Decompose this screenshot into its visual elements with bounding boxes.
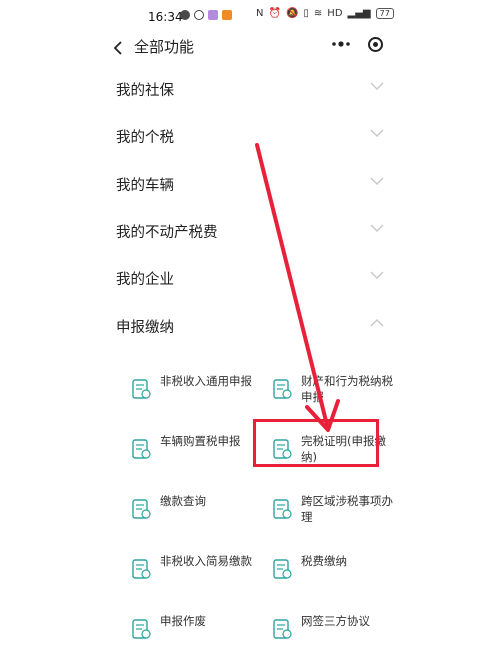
menu-item-label: 我的社保: [116, 83, 174, 99]
grid-item-label: 申报作废: [160, 614, 206, 628]
grid-item[interactable]: 跨区域涉税事项办理: [271, 493, 396, 533]
property-tax-icon: [273, 379, 292, 399]
grid-item-label: 网签三方协议: [301, 614, 370, 628]
vibrate-icon: ▯: [303, 8, 309, 19]
document-refresh-icon: [132, 379, 151, 399]
status-right-icons: N ⏰ 🔕 ▯ ≋ HD ▂▄▆ 77: [256, 8, 394, 19]
app-notification-icon-2: [222, 10, 232, 20]
record-target-icon[interactable]: [368, 37, 383, 52]
app-notification-icon: [208, 10, 218, 20]
grid-item[interactable]: 缴款查询: [130, 493, 255, 533]
grid-item-label: 缴款查询: [160, 494, 206, 508]
status-time: 16:34: [148, 10, 183, 24]
status-bar: 16:34 N ⏰ 🔕 ▯ ≋ HD ▂▄▆ 77: [0, 0, 500, 34]
grid-item-label: 车辆购置税申报: [160, 434, 241, 448]
menu-item-label: 我的不动产税费: [116, 225, 218, 241]
grid-item[interactable]: 车辆购置税申报: [130, 433, 255, 473]
payment-query-icon: [132, 499, 151, 519]
more-horizontal-icon[interactable]: [330, 37, 352, 55]
chevron-down-icon: [370, 82, 384, 90]
grid-item-label: 非税收入简易缴款: [160, 554, 252, 568]
annotation-highlight-box: [253, 419, 379, 467]
grid-item-label: 税费缴纳: [301, 554, 347, 568]
menu-item-label: 我的个税: [116, 130, 174, 146]
menu-item[interactable]: 我的车辆: [116, 172, 386, 196]
grid-item[interactable]: 非税收入通用申报: [130, 373, 255, 413]
hd-icon: HD: [327, 8, 343, 19]
chevron-down-icon: [370, 177, 384, 185]
grid-item[interactable]: 税费缴纳: [271, 553, 396, 593]
grid-item[interactable]: 财产和行为税纳税申报: [271, 373, 396, 413]
agreement-icon: [273, 619, 292, 639]
chevron-up-icon: [370, 319, 384, 327]
nfc-icon: N: [256, 8, 264, 19]
wechat-icon: [180, 10, 190, 20]
location-doc-icon: [273, 499, 292, 519]
qq-icon: [194, 10, 204, 20]
menu-item-label: 我的企业: [116, 272, 174, 288]
vehicle-tax-icon: [132, 439, 151, 459]
chevron-down-icon: [370, 224, 384, 232]
menu-item-label: 我的车辆: [116, 178, 174, 194]
grid-item-label: 跨区域涉税事项办理: [301, 494, 393, 524]
menu-item-label: 申报缴纳: [116, 320, 174, 336]
nav-bar: 全部功能: [0, 34, 500, 78]
tax-payment-icon: [273, 559, 292, 579]
back-icon[interactable]: [112, 40, 124, 61]
wifi-icon: ≋: [313, 8, 323, 19]
battery-icon: 77: [375, 8, 394, 19]
chevron-down-icon: [370, 271, 384, 279]
list-doc-icon: [132, 559, 151, 579]
menu-item[interactable]: 我的企业: [116, 266, 386, 290]
signal-icon: ▂▄▆: [347, 8, 371, 19]
chevron-down-icon: [370, 129, 384, 137]
page-title: 全部功能: [134, 38, 195, 56]
notification-icons: [180, 10, 232, 20]
alarm-icon: ⏰: [268, 8, 281, 19]
mute-icon: 🔕: [285, 8, 299, 19]
menu-item[interactable]: 我的个税: [116, 124, 386, 148]
grid-item[interactable]: 网签三方协议: [271, 613, 396, 653]
grid-item-label: 财产和行为税纳税申报: [301, 374, 393, 404]
grid-item-label: 非税收入通用申报: [160, 374, 252, 388]
grid-item[interactable]: 非税收入简易缴款: [130, 553, 255, 593]
grid-item[interactable]: 申报作废: [130, 613, 255, 653]
void-doc-icon: [132, 619, 151, 639]
menu-item[interactable]: 我的不动产税费: [116, 219, 386, 243]
menu-item[interactable]: 申报缴纳: [116, 314, 386, 338]
menu-item[interactable]: 我的社保: [116, 77, 386, 101]
